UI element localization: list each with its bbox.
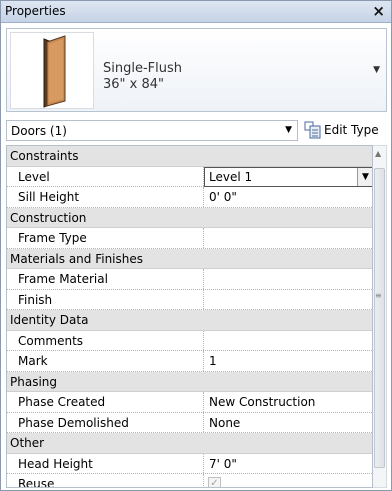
edit-type-button[interactable]: Edit Type <box>302 119 387 141</box>
property-name: Mark <box>18 354 48 368</box>
property-row-frame-material[interactable]: Frame Material <box>7 269 372 290</box>
door-thumbnail-icon <box>10 32 94 109</box>
type-name: Single-Flush 36" x 84" <box>103 61 182 93</box>
category-label: Other <box>10 436 45 450</box>
property-row-mark[interactable]: Mark 1 <box>7 351 372 372</box>
property-row-phase-created[interactable]: Phase Created New Construction <box>7 392 372 413</box>
type-selector[interactable]: Single-Flush 36" x 84" ▼ <box>6 28 387 112</box>
property-name: Reuse <box>18 477 55 488</box>
category-phasing[interactable]: Phasing <box>7 371 372 392</box>
property-value[interactable]: New Construction <box>209 395 315 409</box>
property-row-reuse[interactable]: Reuse ✓ <box>7 474 372 488</box>
category-construction[interactable]: Construction <box>7 207 372 228</box>
type-size: 36" x 84" <box>103 77 165 92</box>
edit-type-icon <box>304 121 322 142</box>
category-label: Constraints <box>10 149 79 163</box>
properties-panel: Properties × Single-Flush 36" x 84" ▼ Do… <box>0 0 392 491</box>
property-row-level[interactable]: Level Level 1 ▼ <box>7 166 372 187</box>
property-value[interactable]: None <box>209 416 240 430</box>
category-materials-and-finishes[interactable]: Materials and Finishes <box>7 248 372 269</box>
property-row-head-height[interactable]: Head Height 7' 0" <box>7 453 372 474</box>
grip-icon: ≡ <box>375 291 382 300</box>
property-value: Level 1 <box>209 169 253 184</box>
category-label: Construction <box>10 210 87 225</box>
property-value[interactable]: 1 <box>209 354 217 368</box>
chevron-down-icon[interactable]: ▼ <box>373 65 380 75</box>
chevron-down-icon[interactable]: ▼ <box>285 125 292 135</box>
property-name: Level <box>18 169 50 184</box>
scroll-up-icon[interactable]: ▲ <box>375 149 381 158</box>
property-name: Frame Type <box>18 231 87 245</box>
category-other[interactable]: Other <box>7 433 372 454</box>
category-identity-data[interactable]: Identity Data <box>7 310 372 331</box>
level-dropdown[interactable]: Level 1 ▼ <box>204 166 372 187</box>
reuse-checkbox[interactable]: ✓ <box>208 477 221 487</box>
category-label: Materials and Finishes <box>10 251 144 266</box>
scrollbar-thumb[interactable] <box>374 168 385 468</box>
properties-grid: Constraints Level Level 1 ▼ Sill Height … <box>6 145 373 488</box>
property-name: Finish <box>18 292 53 307</box>
property-name: Phase Created <box>18 395 106 409</box>
close-icon[interactable]: × <box>372 2 385 20</box>
property-name: Comments <box>18 333 84 348</box>
property-name: Head Height <box>18 456 93 471</box>
property-row-phase-demolished[interactable]: Phase Demolished None <box>7 412 372 433</box>
category-constraints[interactable]: Constraints <box>7 146 372 167</box>
instance-filter-label: Doors (1) <box>11 124 67 138</box>
vertical-scrollbar[interactable]: ▲ ≡ <box>373 145 387 488</box>
property-row-sill-height[interactable]: Sill Height 0' 0" <box>7 187 372 208</box>
property-value[interactable]: 7' 0" <box>209 457 237 471</box>
edit-type-label: Edit Type <box>324 123 379 137</box>
category-label: Phasing <box>10 374 58 389</box>
panel-title: Properties <box>5 4 66 18</box>
property-name: Sill Height <box>18 190 80 204</box>
title-bar: Properties × <box>1 1 391 23</box>
property-name: Phase Demolished <box>18 415 129 430</box>
property-row-frame-type[interactable]: Frame Type <box>7 228 372 249</box>
property-value[interactable]: 0' 0" <box>209 190 237 204</box>
instance-filter-dropdown[interactable]: Doors (1) ▼ <box>6 120 298 141</box>
category-label: Identity Data <box>10 313 89 327</box>
instance-row: Doors (1) ▼ Edit Type <box>6 118 387 142</box>
property-row-comments[interactable]: Comments <box>7 330 372 351</box>
chevron-down-icon[interactable]: ▼ <box>357 167 372 186</box>
property-row-finish[interactable]: Finish <box>7 289 372 310</box>
family-name: Single-Flush <box>103 61 182 76</box>
property-name: Frame Material <box>18 272 108 286</box>
